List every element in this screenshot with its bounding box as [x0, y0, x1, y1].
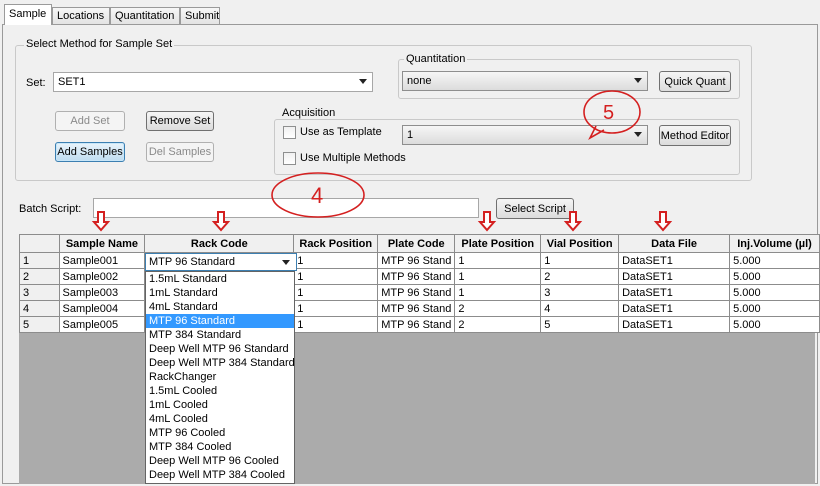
- arrow-down-icon: [653, 211, 673, 232]
- annotation-callout-tail: [588, 125, 605, 141]
- annotation-number-5: 5: [603, 102, 614, 124]
- arrow-down-icon: [91, 211, 111, 232]
- arrow-down-icon: [563, 211, 583, 232]
- arrow-down-icon: [477, 211, 497, 232]
- annotation-number-4: 4: [311, 183, 323, 208]
- annotation-layer: 4 5: [91, 90, 673, 232]
- arrow-down-icon: [211, 211, 231, 232]
- tab-sample[interactable]: Sample: [4, 4, 52, 25]
